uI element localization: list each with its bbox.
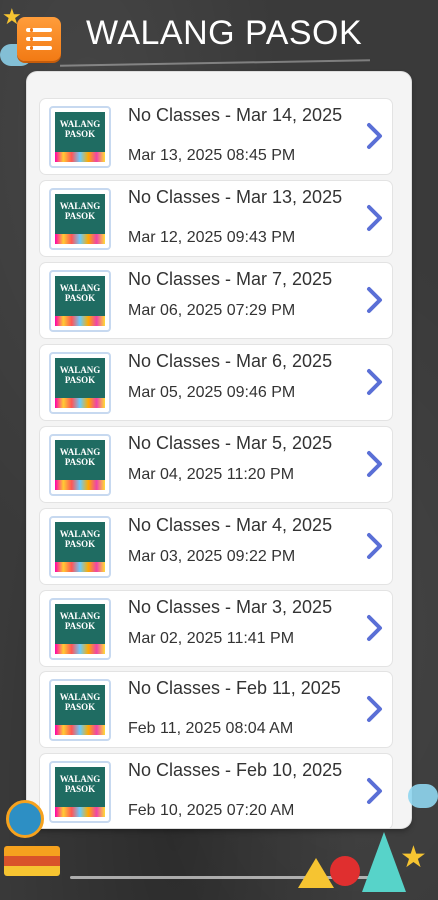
thumbnail-label: WALANG PASOK [59, 692, 101, 712]
list-item[interactable]: WALANG PASOK No Classes - Mar 14, 2025 M… [40, 99, 392, 174]
thumbnail-logo: WALANG PASOK [55, 276, 105, 326]
flowers-decoration [55, 562, 105, 572]
menu-button[interactable] [17, 17, 61, 61]
page-title: WALANG PASOK [86, 14, 363, 52]
chalk-underline [60, 59, 370, 67]
item-date: Mar 06, 2025 07:29 PM [128, 302, 296, 319]
thumbnail-label: WALANG PASOK [59, 201, 101, 221]
flowers-decoration [55, 152, 105, 162]
item-title: No Classes - Feb 10, 2025 [128, 760, 343, 780]
list-item[interactable]: WALANG PASOK No Classes - Mar 4, 2025 Ma… [40, 509, 392, 584]
list-item[interactable]: WALANG PASOK No Classes - Mar 6, 2025 Ma… [40, 345, 392, 420]
walang-pasok-thumbnail: WALANG PASOK [49, 434, 111, 496]
star-icon: ★ [400, 841, 427, 874]
walang-pasok-thumbnail: WALANG PASOK [49, 188, 111, 250]
item-title: No Classes - Mar 4, 2025 [128, 515, 333, 535]
item-title: No Classes - Mar 7, 2025 [128, 269, 333, 289]
flowers-decoration [55, 644, 105, 654]
walang-pasok-thumbnail: WALANG PASOK [49, 516, 111, 578]
thumbnail-label: WALANG PASOK [59, 774, 101, 794]
thumbnail-label: WALANG PASOK [59, 529, 101, 549]
thumbnail-label: WALANG PASOK [59, 119, 101, 139]
thumbnail-label: WALANG PASOK [59, 611, 101, 631]
walang-pasok-thumbnail: WALANG PASOK [49, 106, 111, 168]
item-title: No Classes - Mar 14, 2025 [128, 105, 343, 125]
chevron-right-icon[interactable] [362, 694, 386, 724]
item-date: Mar 04, 2025 11:20 PM [128, 466, 295, 483]
walang-pasok-thumbnail: WALANG PASOK [49, 679, 111, 741]
thumbnail-logo: WALANG PASOK [55, 112, 105, 162]
walang-pasok-thumbnail: WALANG PASOK [49, 352, 111, 414]
school-decoration: ★ [0, 800, 438, 900]
thumbnail-logo: WALANG PASOK [55, 440, 105, 490]
list-item[interactable]: WALANG PASOK No Classes - Mar 13, 2025 M… [40, 181, 392, 256]
list-item[interactable]: WALANG PASOK No Classes - Mar 7, 2025 Ma… [40, 263, 392, 338]
thumbnail-logo: WALANG PASOK [55, 358, 105, 408]
chevron-right-icon[interactable] [362, 367, 386, 397]
flowers-decoration [55, 725, 105, 735]
apple-icon [330, 856, 360, 886]
announcement-list[interactable]: WALANG PASOK No Classes - Mar 14, 2025 M… [27, 72, 411, 828]
thumbnail-logo: WALANG PASOK [55, 685, 105, 735]
top-bar: ★ WALANG PASOK [0, 0, 438, 72]
list-item[interactable]: WALANG PASOK No Classes - Mar 5, 2025 Ma… [40, 427, 392, 502]
flowers-decoration [55, 316, 105, 326]
item-title: No Classes - Feb 11, 2025 [128, 678, 341, 698]
item-title: No Classes - Mar 5, 2025 [128, 433, 333, 453]
walang-pasok-thumbnail: WALANG PASOK [49, 598, 111, 660]
list-item[interactable]: WALANG PASOK No Classes - Mar 3, 2025 Ma… [40, 591, 392, 666]
flowers-decoration [55, 398, 105, 408]
thumbnail-label: WALANG PASOK [59, 365, 101, 385]
ruler-triangle-icon [298, 858, 334, 888]
item-date: Mar 03, 2025 09:22 PM [128, 548, 296, 565]
chevron-right-icon[interactable] [362, 121, 386, 151]
books-icon [4, 846, 60, 876]
thumbnail-label: WALANG PASOK [59, 447, 101, 467]
thumbnail-logo: WALANG PASOK [55, 604, 105, 654]
item-date: Mar 02, 2025 11:41 PM [128, 630, 295, 647]
chevron-right-icon[interactable] [362, 203, 386, 233]
list-item[interactable]: WALANG PASOK No Classes - Feb 11, 2025 F… [40, 672, 392, 747]
chevron-right-icon[interactable] [362, 449, 386, 479]
chevron-right-icon[interactable] [362, 531, 386, 561]
thumbnail-logo: WALANG PASOK [55, 522, 105, 572]
flowers-decoration [55, 480, 105, 490]
item-title: No Classes - Mar 6, 2025 [128, 351, 333, 371]
chevron-right-icon[interactable] [362, 613, 386, 643]
walang-pasok-thumbnail: WALANG PASOK [49, 270, 111, 332]
item-date: Feb 11, 2025 08:04 AM [128, 720, 294, 737]
item-title: No Classes - Mar 3, 2025 [128, 597, 333, 617]
flowers-decoration [55, 234, 105, 244]
chevron-right-icon[interactable] [362, 285, 386, 315]
item-date: Mar 13, 2025 08:45 PM [128, 147, 296, 164]
item-date: Mar 05, 2025 09:46 PM [128, 384, 296, 401]
item-date: Mar 12, 2025 09:43 PM [128, 229, 296, 246]
thumbnail-logo: WALANG PASOK [55, 194, 105, 244]
item-title: No Classes - Mar 13, 2025 [128, 187, 343, 207]
thumbnail-label: WALANG PASOK [59, 283, 101, 303]
globe-icon [6, 800, 44, 838]
